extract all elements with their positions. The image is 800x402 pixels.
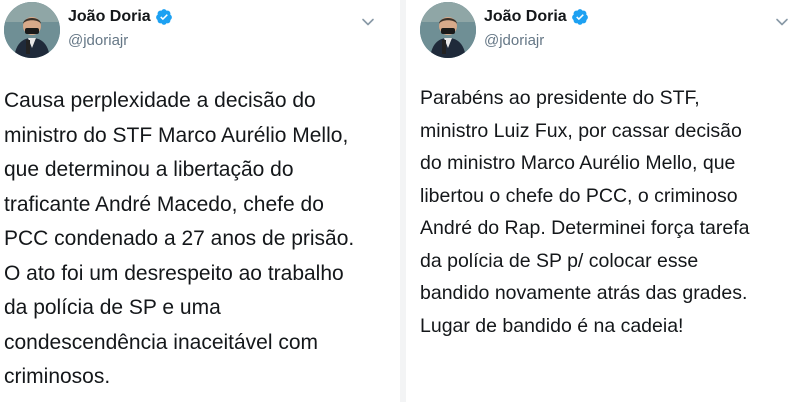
tweet-text-line: ministro do STF Marco Aurélio Mello, [4,123,349,147]
chevron-down-icon[interactable] [358,12,378,32]
tweet-text-line: PCC condenado a 27 anos de prisão. [4,227,355,250]
verified-badge-icon [571,8,589,26]
tweet-text-line: O ato foi um desrespeito ao trabalho [4,261,344,285]
tweet-text-line: ministro Luiz Fux, por cassar decisão [420,119,742,142]
author-row: João Doria [68,8,173,26]
verified-badge-icon [155,8,173,26]
tweet-text-line: do ministro Marco Aurélio Mello, que [420,152,736,174]
tweet-text-line: traficante André Macedo, chefe do [4,192,324,216]
tweet-text: Causa perplexidade a decisão do ministro… [4,84,354,395]
tweet-text-line: da polícia de SP p/ colocar esse [420,249,699,272]
tweet-card-left: João Doria @jdoriajr Causa perplexidade … [0,0,400,402]
chevron-down-icon[interactable] [772,12,792,32]
tweet-text-line: da polícia de SP e uma [4,296,221,319]
tweet-text-line: André do Rap. Determinei força tarefa [420,217,750,239]
tweet-text-line: criminosos. [4,365,111,388]
tweet-text-line: bandido novamente atrás das grades. [420,282,748,304]
author-handle[interactable]: @jdoriajr [484,32,544,49]
tweet-text-line: Parabéns ao presidente do STF, [420,87,700,109]
avatar[interactable] [420,2,476,58]
tweet-text-line: Lugar de bandido é na cadeia! [420,314,684,337]
tweet-comparison: João Doria @jdoriajr Causa perplexidade … [0,0,800,402]
author-name[interactable]: João Doria [68,8,151,26]
tweet-text-line: libertou o chefe do PCC, o criminoso [420,184,738,207]
tweet-card-right: João Doria @jdoriajr Parabéns ao preside… [406,0,800,402]
profile-photo-icon [420,2,476,58]
author-handle[interactable]: @jdoriajr [68,32,128,49]
tweet-text-line: Causa perplexidade a decisão do [4,89,316,112]
tweet-text-line: que determinou a libertação do [4,158,294,181]
tweet-text: Parabéns ao presidente do STF, ministro … [420,82,750,342]
author-name[interactable]: João Doria [484,8,567,26]
profile-photo-icon [4,2,60,58]
avatar[interactable] [4,2,60,58]
tweet-text-line: condescendência inaceitável com [4,330,319,354]
author-row: João Doria [484,8,589,26]
